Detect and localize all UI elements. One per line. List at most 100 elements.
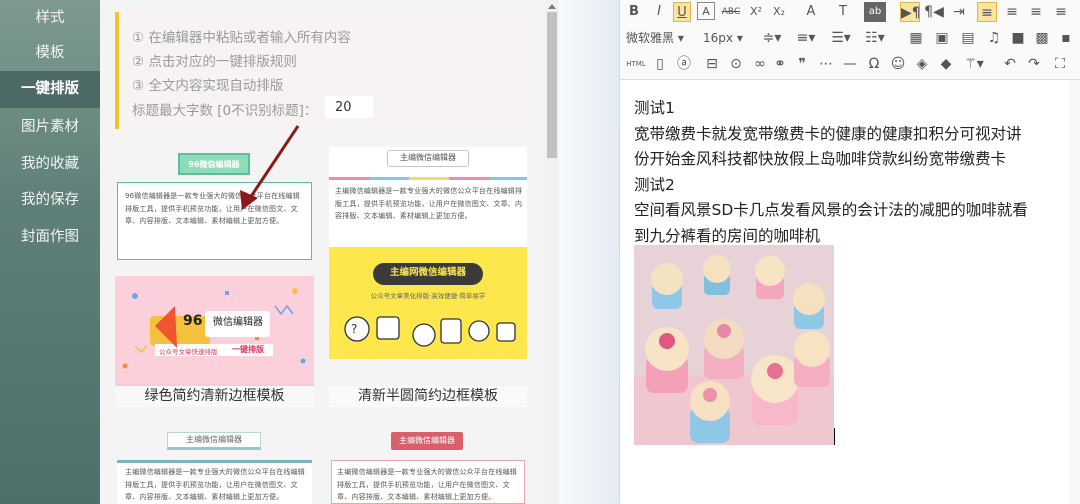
svg-text:?: ? — [351, 322, 357, 336]
format-painter-icon[interactable]: ⊟ — [702, 54, 722, 74]
template-card-green-border[interactable]: 96微信编辑器 96微信编辑器是一款专业强大的微信公众平台在线编辑排版工具，提供… — [115, 147, 314, 262]
text-caret — [834, 428, 835, 445]
indent-icon[interactable]: ⇥ — [949, 2, 969, 22]
paragraph-spacing-icon[interactable]: ≡▾ — [791, 28, 821, 48]
font-border-button[interactable]: A — [697, 2, 715, 20]
italic-button[interactable]: I — [651, 2, 667, 22]
banner-cta: 一键排版 — [232, 345, 264, 354]
editor-line: 空间看风景SD卡几点发看风景的会计法的减肥的咖啡就看 — [634, 201, 1028, 219]
instruction-step-2: ② 点击对应的一键排版规则 — [132, 54, 297, 70]
font-size-value: 16px — [703, 31, 733, 45]
editor-line: 测试2 — [634, 175, 675, 194]
save-icon[interactable]: ▪ — [1056, 28, 1076, 48]
horizontal-rule-icon[interactable]: — — [840, 54, 860, 74]
magic-wand-icon[interactable]: ⚚▾ — [960, 54, 988, 74]
editor-line: 测试1 — [634, 99, 675, 117]
banner-title: 微信编辑器 — [213, 317, 263, 328]
template-card-red-tag[interactable]: 主编微信编辑器 主编微信编辑器是一款专业强大的微信公众平台在线编辑排版工具，提供… — [329, 430, 527, 504]
nav-item-style[interactable]: 样式 — [0, 0, 100, 37]
template-caption: 绿色简约清新边框模板 — [115, 386, 314, 407]
editor-toolbar: B I U A ABC X² X₂ A T ab ▶¶ ¶◀ ⇥ ≡ ≡ ≡ ≡… — [620, 0, 1080, 80]
template-title-tag: 96微信编辑器 — [178, 153, 250, 175]
music-icon[interactable]: ♫ — [984, 28, 1004, 48]
eraser-icon[interactable]: ◆ — [936, 54, 956, 74]
template-card-pink-banner[interactable]: 96 微信编辑器 公众号文章快速排版 一键排版 绿色简约清新边框模板 — [115, 276, 314, 407]
undo-icon[interactable]: ↶ — [1000, 54, 1020, 74]
template-body-text: 主编微信编辑器是一款专业强大的微信公众平台在线编辑排版工具，提供手机预览功能，让… — [337, 468, 517, 501]
strikethrough-button[interactable]: ABC — [720, 2, 742, 22]
bold-button[interactable]: B — [626, 2, 642, 22]
superscript-button[interactable]: X² — [747, 2, 765, 22]
rich-text-editor: B I U A ABC X² X₂ A T ab ▶¶ ¶◀ ⇥ ≡ ≡ ≡ ≡… — [619, 0, 1080, 504]
nav-item-my-favorites[interactable]: 我的收藏 — [0, 146, 100, 183]
max-title-length-input[interactable] — [325, 96, 373, 118]
template-title-tag: 主编微信编辑器 — [391, 432, 463, 450]
emoji-icon[interactable]: ☺ — [888, 54, 908, 74]
image-icon[interactable]: ▣ — [932, 28, 952, 48]
template-title-tag: 主编微信编辑器 — [387, 150, 469, 167]
nav-item-one-click-layout[interactable]: 一键排版 — [0, 71, 100, 108]
align-justify-icon[interactable]: ≡ — [1051, 2, 1071, 22]
paste-text-icon[interactable]: ⓐ — [674, 54, 694, 74]
special-char-icon[interactable]: Ω — [864, 54, 884, 74]
ltr-direction-icon[interactable]: ▶¶ — [900, 2, 921, 22]
template-card-blue-line[interactable]: 主编微信编辑器 主编微信编辑器是一款专业强大的微信公众平台在线编辑排版工具，提供… — [115, 430, 314, 504]
find-icon[interactable]: ⊙ — [726, 54, 746, 74]
scrollbar-thumb[interactable] — [547, 12, 557, 158]
font-color-button[interactable]: A — [800, 2, 822, 22]
quote-icon[interactable]: ❞ — [792, 54, 812, 74]
nav-item-my-saved[interactable]: 我的保存 — [0, 182, 100, 219]
photo-icon[interactable]: ▩ — [1032, 28, 1052, 48]
pink-banner-image — [115, 276, 314, 384]
unlink-icon[interactable]: ⚭ — [770, 54, 790, 74]
underline-button[interactable]: U — [673, 2, 691, 22]
code-icon[interactable]: ⋯ — [816, 54, 836, 74]
redo-icon[interactable]: ↷ — [1024, 54, 1044, 74]
font-size-select[interactable]: 16px ▾ — [703, 28, 753, 48]
max-title-length-label: 标题最大字数 [0不识别标题]： — [132, 103, 318, 119]
list-unordered-icon[interactable]: ☷▾ — [860, 28, 890, 48]
cupcakes-photo[interactable] — [634, 245, 834, 445]
semicircle-decor — [329, 177, 527, 180]
left-nav: 样式 模板 一键排版 图片素材 我的收藏 我的保存 封面作图 — [0, 0, 100, 504]
template-card-semicircle[interactable]: 主编微信编辑器 主编微信编辑器是一款专业强大的微信公众平台在线编辑排版工具，提供… — [329, 147, 527, 247]
editor-line: 宽带缴费卡就发宽带缴费卡的健康的健康扣积分可视对讲 — [634, 124, 1022, 143]
editor-content[interactable]: 测试1 宽带缴费卡就发宽带缴费卡的健康的健康扣积分可视对讲 份开始金风科技都快放… — [634, 96, 1064, 249]
background-color-button[interactable]: ab — [864, 2, 886, 22]
nav-item-cover-design[interactable]: 封面作图 — [0, 219, 100, 256]
editor-line: 份开始金风科技都快放假上岛咖啡贷款纠纷宽带缴费卡 — [634, 150, 1007, 168]
template-card-yellow-banner[interactable]: ? 主编网微信编辑器 公众号文章美化排版·高效便捷·简单易学 清新半圆简约边框模… — [329, 247, 527, 407]
banner-badge-number: 96 — [183, 313, 203, 329]
banner-title: 主编网微信编辑器 — [389, 267, 466, 278]
html-source-button[interactable]: HTML — [624, 54, 648, 74]
text-style-button[interactable]: T — [832, 2, 854, 22]
subscript-button[interactable]: X₂ — [770, 2, 788, 22]
new-doc-icon[interactable]: ▯ — [650, 54, 670, 74]
align-right-icon[interactable]: ≡ — [1026, 2, 1046, 22]
instructions-box: ① 在编辑器中粘贴或者输入所有内容 ② 点击对应的一键排版规则 ③ 全文内容实现… — [115, 12, 528, 129]
banner-subtitle: 公众号文章美化排版·高效便捷·简单易学 — [370, 292, 486, 300]
nav-item-template[interactable]: 模板 — [0, 35, 100, 72]
line-height-icon[interactable]: ≑▾ — [757, 28, 787, 48]
instruction-step-1: ① 在编辑器中粘贴或者输入所有内容 — [132, 30, 351, 46]
rtl-direction-icon[interactable]: ¶◀ — [924, 2, 944, 22]
image-multi-icon[interactable]: ▤ — [958, 28, 978, 48]
list-ordered-icon[interactable]: ☰▾ — [826, 28, 856, 48]
font-family-select[interactable]: 微软雅黑 ▾ — [626, 28, 696, 48]
layout-panel: ① 在编辑器中粘贴或者输入所有内容 ② 点击对应的一键排版规则 ③ 全文内容实现… — [100, 0, 545, 504]
clear-format-icon[interactable]: ◈ — [912, 54, 932, 74]
font-family-value: 微软雅黑 — [626, 31, 675, 45]
yellow-banner-image: ? — [329, 247, 527, 359]
scroll-up-arrow-icon[interactable] — [548, 4, 556, 9]
align-left-icon[interactable]: ≡ — [977, 2, 997, 22]
table-icon[interactable]: ▦ — [906, 28, 926, 48]
fullscreen-icon[interactable]: ⛶ — [1050, 54, 1070, 74]
link-icon[interactable]: ∞ — [750, 54, 770, 74]
align-center-icon[interactable]: ≡ — [1002, 2, 1022, 22]
video-icon[interactable]: ■ — [1008, 28, 1028, 48]
editor-scrollbar[interactable] — [1069, 80, 1080, 504]
instruction-step-3: ③ 全文内容实现自动排版 — [132, 78, 284, 94]
nav-item-image-assets[interactable]: 图片素材 — [0, 109, 100, 146]
layout-panel-scrollbar[interactable] — [545, 0, 559, 504]
template-body-text: 96微信编辑器是一款专业强大的微信公众平台在线编辑排版工具，提供手机预览功能，让… — [125, 192, 300, 225]
